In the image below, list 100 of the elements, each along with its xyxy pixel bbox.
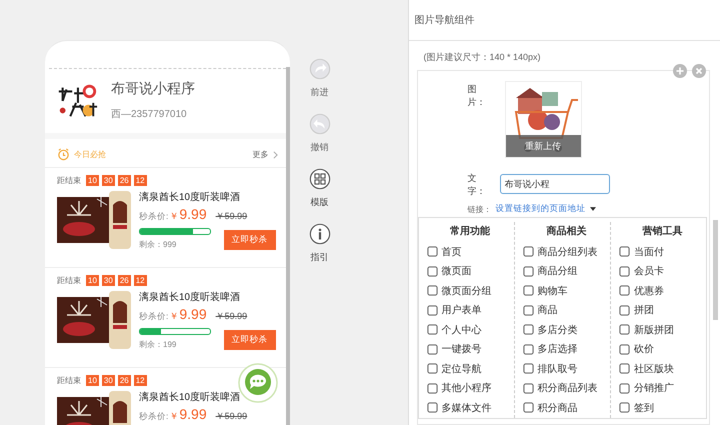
field-label: 文字： [468, 172, 487, 198]
menu-item[interactable]: 优惠券 [618, 281, 706, 300]
menu-item[interactable]: 微页面分组 [426, 281, 514, 300]
square-icon [426, 344, 438, 355]
original-price: ￥59.99 [216, 410, 248, 423]
menu-item[interactable]: 新版拼团 [618, 320, 706, 340]
progress-bar [139, 228, 211, 235]
menu-item[interactable]: 排队取号 [522, 359, 610, 378]
menu-item[interactable]: 拼团 [618, 300, 706, 320]
countdown-label: 距结束 [57, 275, 81, 286]
currency-sign: ￥ [169, 410, 178, 423]
text-field[interactable]: 布哥说小程 [500, 174, 610, 194]
stock-count: 剩余：199 [139, 339, 178, 350]
price-label: 秒杀价: [139, 311, 168, 323]
countdown-digit: 10 [86, 175, 99, 186]
toolbar-button[interactable]: 模版 [308, 168, 331, 209]
currency-sign: ￥ [169, 310, 178, 323]
menu-item[interactable]: 分销推广 [618, 378, 706, 398]
countdown-digit: 30 [102, 375, 115, 386]
add-icon[interactable] [673, 64, 687, 78]
menu-item[interactable]: 多店分类 [522, 320, 610, 340]
original-price: ￥59.99 [216, 310, 248, 323]
countdown-digit: 12 [134, 175, 147, 186]
square-icon [618, 285, 630, 296]
alarm-clock-icon [57, 148, 70, 161]
square-icon [426, 266, 438, 277]
field-label: 链接： [468, 204, 492, 215]
store-name: 布哥说小程序 [111, 80, 195, 98]
countdown-label: 距结束 [57, 375, 81, 386]
menu-item[interactable]: 签到 [618, 398, 706, 418]
menu-group-title: 营销工具 [641, 224, 684, 238]
stock-count: 剩余：999 [139, 239, 178, 250]
menu-item[interactable]: 商品分组 [522, 262, 610, 281]
square-icon [426, 363, 438, 374]
square-icon [426, 285, 438, 296]
toolbar-button[interactable]: 指引 [308, 223, 331, 264]
menu-item[interactable]: 其他小程序 [426, 378, 514, 398]
field-label: 图片： [468, 83, 487, 109]
more-link[interactable]: 更多 [252, 149, 269, 160]
square-icon [522, 266, 534, 277]
menu-item[interactable]: 购物车 [522, 281, 610, 300]
menu-item[interactable]: 个人中心 [426, 320, 514, 340]
menu-item[interactable]: 社区版块 [618, 359, 706, 378]
panel-title: 图片导航组件 [414, 14, 475, 27]
square-icon [522, 285, 534, 296]
countdown-digit: 26 [118, 375, 131, 386]
menu-item[interactable]: 积分商品列表 [522, 378, 610, 398]
scrollbar[interactable] [713, 220, 718, 320]
sale-price: 9.99 [179, 206, 207, 222]
square-icon [426, 402, 438, 414]
caret-down-icon [590, 206, 596, 210]
countdown-digit: 30 [102, 275, 115, 286]
menu-item[interactable]: 一键拨号 [426, 340, 514, 359]
product-name: 漓泉酋长10度听装啤酒 [139, 191, 241, 204]
menu-item[interactable]: 当面付 [618, 242, 706, 262]
square-icon [522, 304, 534, 316]
square-icon [618, 344, 630, 355]
square-icon [426, 246, 438, 258]
square-icon [426, 304, 438, 316]
square-icon [618, 324, 630, 336]
product-name: 漓泉酋长10度听装啤酒 [139, 291, 241, 304]
menu-item[interactable]: 多媒体文件 [426, 398, 514, 418]
menu-item[interactable]: 多店选择 [522, 340, 610, 359]
square-icon [522, 344, 534, 355]
countdown-digit: 12 [134, 375, 147, 386]
countdown-digit: 26 [118, 275, 131, 286]
close-icon[interactable] [692, 64, 706, 78]
menu-item[interactable]: 商品分组列表 [522, 242, 610, 262]
menu-item[interactable]: 积分商品 [522, 398, 610, 418]
menu-item[interactable]: 商品 [522, 300, 610, 320]
info-icon [308, 223, 331, 245]
square-icon [522, 382, 534, 394]
menu-item[interactable]: 会员卡 [618, 262, 706, 281]
square-icon [522, 363, 534, 374]
price-label: 秒杀价: [139, 411, 168, 423]
scrollbar[interactable] [286, 67, 290, 425]
price-label: 秒杀价: [139, 211, 168, 223]
menu-item[interactable]: 定位导航 [426, 359, 514, 378]
link-dropdown[interactable]: 设置链接到的页面地址 [496, 202, 586, 214]
menu-group-title: 商品相关 [545, 224, 588, 238]
grid-icon [308, 168, 331, 190]
countdown-digit: 10 [86, 375, 99, 386]
countdown-label: 距结束 [57, 175, 81, 186]
chat-button[interactable] [238, 363, 278, 403]
countdown-digit: 10 [86, 275, 99, 286]
square-icon [522, 246, 534, 258]
menu-item[interactable]: 用户表单 [426, 300, 514, 320]
square-icon [618, 382, 630, 394]
menu-group-title: 常用功能 [449, 224, 492, 238]
original-price: ￥59.99 [216, 210, 248, 223]
square-icon [522, 402, 534, 414]
countdown-digit: 26 [118, 175, 131, 186]
menu-item[interactable]: 微页面 [426, 262, 514, 281]
menu-item[interactable]: 首页 [426, 242, 514, 262]
square-icon [426, 324, 438, 336]
square-icon [618, 246, 630, 258]
reupload-button[interactable]: 重新上传 [506, 135, 581, 157]
menu-item[interactable]: 砍价 [618, 340, 706, 359]
progress-bar [139, 328, 211, 335]
size-hint: (图片建议尺寸：140 * 140px) [422, 51, 542, 64]
